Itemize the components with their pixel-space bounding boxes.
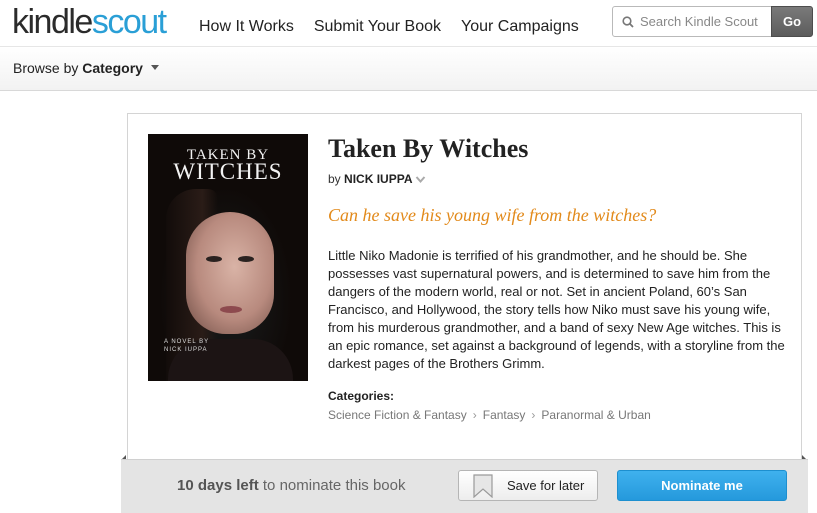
kindle-scout-logo[interactable]: kindlescout <box>12 2 167 42</box>
chevron-down-icon[interactable] <box>415 175 426 184</box>
save-for-later-label: Save for later <box>507 478 585 493</box>
cover-title-line2: WITCHES <box>173 159 283 184</box>
cover-eye-left <box>206 256 222 262</box>
bookmark-icon <box>473 474 493 498</box>
logo-part-scout: scout <box>91 3 167 41</box>
book-description: Little Niko Madonie is terrified of his … <box>328 248 785 371</box>
nominate-me-button[interactable]: Nominate me <box>617 470 787 501</box>
logo-part-kindle: kindle <box>12 3 93 41</box>
nav-submit-your-book[interactable]: Submit Your Book <box>314 18 441 36</box>
category-link-fantasy[interactable]: Fantasy <box>483 408 526 422</box>
breadcrumb-separator: › <box>472 408 477 422</box>
top-header: kindlescout How It Works Submit Your Boo… <box>0 0 817 46</box>
byline-prefix: by <box>328 172 341 186</box>
search-icon <box>622 15 634 28</box>
days-left-count: 10 days left <box>177 477 259 494</box>
categories-label: Categories: <box>328 389 395 403</box>
byline: by NICK IUPPA <box>328 172 426 186</box>
category-breadcrumb: Science Fiction & Fantasy › Fantasy › Parano… <box>328 408 651 422</box>
search-box <box>612 6 772 37</box>
browse-by-category-dropdown[interactable]: Browse by Category <box>13 60 159 76</box>
search-input[interactable] <box>640 14 768 29</box>
browse-bar: Browse by Category <box>0 46 817 91</box>
breadcrumb-separator: › <box>531 408 536 422</box>
search-go-button[interactable]: Go <box>771 6 813 37</box>
cover-lips <box>220 306 242 313</box>
category-link-paranormal-urban[interactable]: Paranormal & Urban <box>541 408 650 422</box>
days-left-suffix: to nominate this book <box>258 477 406 494</box>
caret-down-icon <box>150 65 159 70</box>
nav-how-it-works[interactable]: How It Works <box>199 18 294 36</box>
category-link-science-fiction-fantasy[interactable]: Science Fiction & Fantasy <box>328 408 467 422</box>
book-cover-image[interactable]: TAKEN BY WITCHES A NOVEL BY NICK IUPPA <box>148 134 308 381</box>
author-name-link[interactable]: NICK IUPPA <box>344 172 412 186</box>
cover-subtitle: A NOVEL BY NICK IUPPA <box>164 339 210 353</box>
browse-label: Category <box>82 60 143 76</box>
cover-eye-right <box>238 256 254 262</box>
save-for-later-button[interactable]: Save for later <box>458 470 598 501</box>
book-title: Taken By Witches <box>328 134 529 163</box>
days-left-text: 10 days left to nominate this book <box>177 477 405 494</box>
cover-face <box>186 212 274 334</box>
main-nav: How It Works Submit Your Book Your Campa… <box>199 18 579 36</box>
book-tagline: Can he save his young wife from the witc… <box>328 205 657 225</box>
nav-your-campaigns[interactable]: Your Campaigns <box>461 18 579 36</box>
browse-prefix: Browse by <box>13 60 79 76</box>
